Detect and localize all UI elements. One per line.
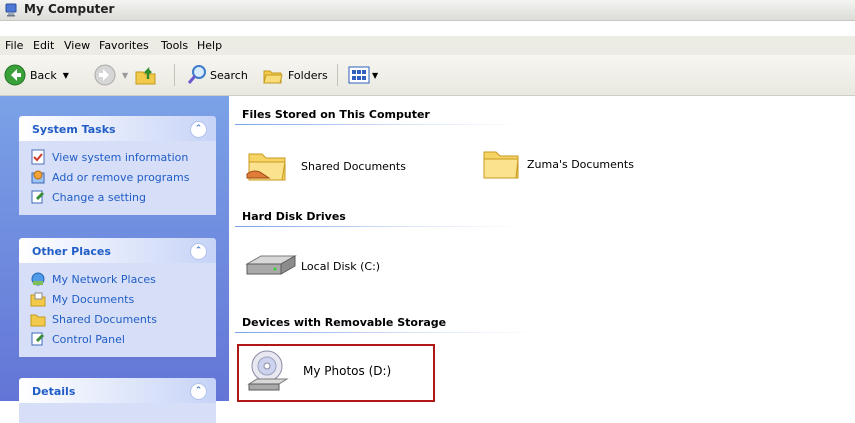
hard-disk-icon	[245, 255, 297, 275]
menu-help[interactable]: Help	[197, 39, 222, 52]
other-places-title: Other Places	[32, 245, 111, 258]
item-label: Zuma's Documents	[527, 157, 634, 171]
item-zumas-documents[interactable]: Zuma's Documents	[481, 144, 634, 184]
group-divider	[235, 332, 540, 333]
menu-bar: File Edit View Favorites Tools Help	[0, 36, 855, 56]
group-header-files: Files Stored on This Computer	[242, 108, 430, 121]
search-button[interactable]: Search	[186, 63, 248, 87]
toolbar: Back ▼ ▼ Search Folders ▼	[0, 55, 855, 96]
shared-folder-icon	[246, 153, 286, 181]
group-divider	[235, 226, 525, 227]
back-arrow-icon	[4, 64, 26, 86]
add-remove-programs-icon	[31, 170, 45, 184]
folders-label: Folders	[288, 68, 328, 82]
other-places-panel: Other Places ⌃ My Network Places My Docu…	[19, 238, 216, 357]
shared-folder-icon	[30, 314, 46, 327]
my-computer-icon	[5, 3, 17, 17]
back-label: Back	[30, 68, 57, 82]
search-label: Search	[210, 68, 248, 82]
task-change-setting[interactable]: Change a setting	[19, 187, 216, 207]
place-control-panel[interactable]: Control Panel	[19, 329, 216, 349]
place-shared-documents[interactable]: Shared Documents	[19, 309, 216, 329]
up-folder-button[interactable]	[134, 63, 158, 87]
item-label: Shared Documents	[301, 159, 406, 173]
chevron-down-icon[interactable]: ▼	[63, 71, 69, 80]
folder-icon	[483, 151, 519, 179]
my-documents-icon	[30, 292, 46, 307]
back-button[interactable]: Back ▼	[4, 63, 69, 87]
chevron-down-icon[interactable]: ▼	[122, 71, 128, 80]
window-title: My Computer	[24, 2, 115, 16]
title-bar: My Computer	[0, 0, 855, 21]
other-places-header[interactable]: Other Places ⌃	[19, 238, 216, 263]
task-pane: System Tasks ⌃ View system information A…	[0, 96, 229, 423]
place-label: Control Panel	[52, 332, 125, 346]
system-info-icon	[31, 149, 45, 165]
item-label: Local Disk (C:)	[301, 259, 381, 273]
network-places-icon	[31, 272, 45, 286]
details-header[interactable]: Details ⌃	[19, 378, 216, 403]
cd-drive-icon	[247, 350, 289, 391]
toolbar-separator	[337, 64, 338, 86]
group-header-hard-disks: Hard Disk Drives	[242, 210, 346, 223]
menu-edit[interactable]: Edit	[33, 39, 54, 52]
search-icon	[187, 65, 206, 84]
task-label: Change a setting	[52, 190, 146, 204]
task-add-remove-programs[interactable]: Add or remove programs	[19, 167, 216, 187]
folders-button[interactable]: Folders	[262, 63, 328, 87]
content-pane: Files Stored on This Computer Shared Doc…	[229, 96, 855, 402]
collapse-icon[interactable]: ⌃	[190, 121, 207, 138]
chevron-down-icon[interactable]: ▼	[372, 71, 378, 80]
task-view-system-info[interactable]: View system information	[19, 147, 216, 167]
forward-button[interactable]: ▼	[94, 63, 128, 87]
place-my-network-places[interactable]: My Network Places	[19, 269, 216, 289]
details-title: Details	[32, 385, 76, 398]
item-shared-documents[interactable]: Shared Documents	[245, 144, 406, 188]
group-divider	[235, 124, 525, 125]
collapse-icon[interactable]: ⌃	[190, 383, 207, 400]
item-my-photos-d[interactable]: My Photos (D:)	[247, 348, 391, 394]
system-tasks-panel: System Tasks ⌃ View system information A…	[19, 116, 216, 215]
task-label: Add or remove programs	[52, 170, 190, 184]
place-my-documents[interactable]: My Documents	[19, 289, 216, 309]
menu-favorites[interactable]: Favorites	[99, 39, 149, 52]
views-button[interactable]: ▼	[348, 63, 378, 87]
place-label: Shared Documents	[52, 312, 157, 326]
forward-arrow-icon	[94, 64, 116, 86]
toolbar-separator	[174, 64, 175, 86]
control-panel-icon	[31, 332, 45, 346]
menu-file[interactable]: File	[5, 39, 23, 52]
menu-tools[interactable]: Tools	[161, 39, 188, 52]
item-label: My Photos (D:)	[303, 364, 392, 378]
task-label: View system information	[52, 150, 189, 164]
system-tasks-title: System Tasks	[32, 123, 116, 136]
collapse-icon[interactable]: ⌃	[190, 243, 207, 260]
change-setting-icon	[31, 190, 45, 204]
menu-view[interactable]: View	[64, 39, 90, 52]
up-folder-icon	[135, 66, 156, 85]
place-label: My Documents	[52, 292, 135, 306]
views-icon	[348, 66, 370, 84]
item-local-disk-c[interactable]: Local Disk (C:)	[243, 246, 380, 286]
system-tasks-header[interactable]: System Tasks ⌃	[19, 116, 216, 141]
folders-icon	[263, 70, 283, 84]
place-label: My Network Places	[52, 272, 156, 286]
group-header-removable: Devices with Removable Storage	[242, 316, 447, 329]
